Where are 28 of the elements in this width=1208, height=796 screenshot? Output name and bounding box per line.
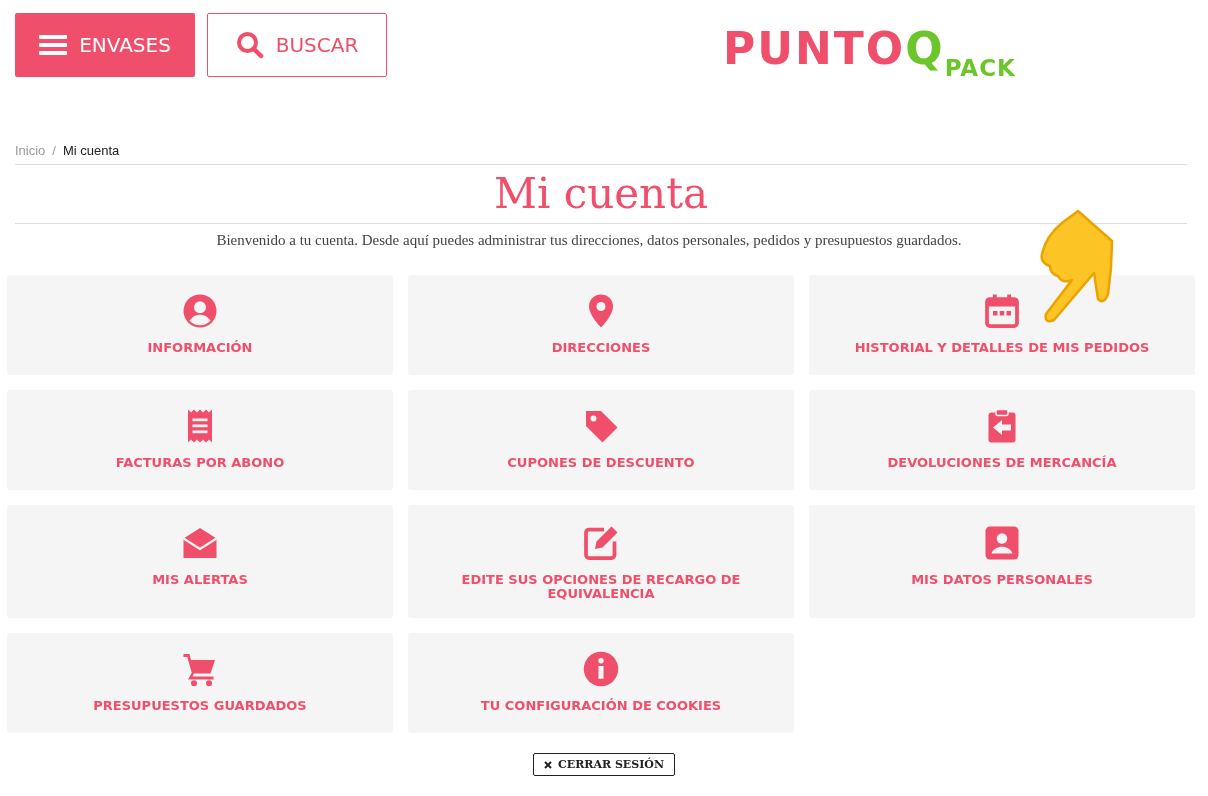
breadcrumb-link[interactable]: Inicio	[15, 143, 46, 158]
menu-icon	[39, 33, 68, 57]
edit-icon	[583, 525, 619, 562]
info-icon	[583, 651, 619, 688]
shopping-cart-icon	[182, 651, 218, 688]
logout-button[interactable]: CERRAR SESIÓN	[533, 753, 675, 777]
account-card[interactable]: EDITE SUS OPCIONES DE RECARGO DE EQUIVALENCIA	[408, 505, 794, 619]
account-card[interactable]: TU CONFIGURACIÓN DE COOKIES	[408, 633, 794, 734]
account-card[interactable]: MIS DATOS PERSONALES	[809, 505, 1195, 619]
account-card[interactable]: INFORMACIÓN	[7, 275, 393, 376]
id-card-icon	[984, 525, 1020, 562]
close-icon	[544, 760, 552, 769]
search-button[interactable]: BUSCAR	[207, 13, 387, 77]
breadcrumb-separator: /	[52, 143, 56, 158]
account-card[interactable]: PRESUPUESTOS GUARDADOS	[7, 633, 393, 734]
account-card[interactable]: HISTORIAL Y DETALLES DE MIS PEDIDOS	[809, 275, 1195, 376]
account-card[interactable]: DEVOLUCIONES DE MERCANCÍA	[809, 390, 1195, 491]
intro-text: Bienvenido a tu cuenta. Desde aquí puedes administrar tus direcciones, datos personales, pedidos y presupuestos guardados.	[215, 232, 963, 250]
menu-button[interactable]: ENVASES	[15, 13, 195, 77]
account-card[interactable]: CUPONES DE DESCUENTO	[408, 390, 794, 491]
user-circle-icon	[182, 293, 218, 330]
tag-icon	[583, 408, 619, 445]
search-icon	[235, 31, 264, 59]
breadcrumb-current: Mi cuenta	[63, 143, 120, 158]
account-card[interactable]: FACTURAS POR ABONO	[7, 390, 393, 491]
calendar-icon	[984, 293, 1020, 330]
account-card[interactable]: DIRECCIONES	[408, 275, 794, 376]
account-card[interactable]: MIS ALERTAS	[7, 505, 393, 619]
